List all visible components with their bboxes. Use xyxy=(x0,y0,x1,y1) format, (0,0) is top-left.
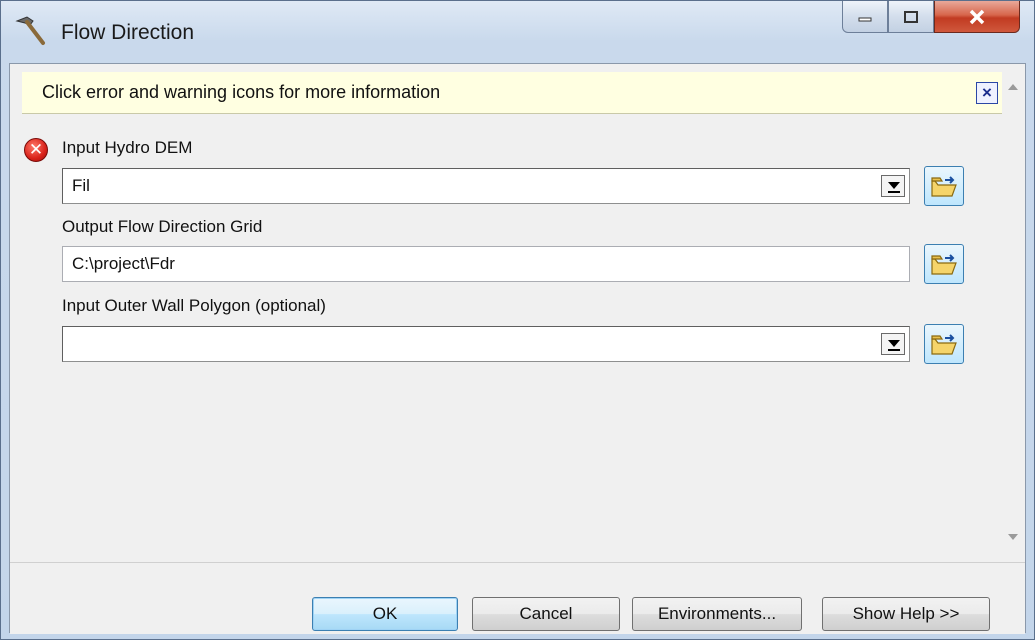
close-x-icon[interactable]: × xyxy=(976,82,998,104)
maximize-icon xyxy=(904,10,918,23)
dialog-window: Flow Direction Click error and warning i… xyxy=(0,0,1035,640)
cancel-button[interactable]: Cancel xyxy=(472,597,620,631)
environments-button[interactable]: Environments... xyxy=(632,597,802,631)
window-title: Flow Direction xyxy=(61,21,195,44)
close-button[interactable] xyxy=(934,1,1020,33)
error-icon[interactable]: ✕ xyxy=(24,138,48,162)
dialog-footer: OK Cancel Environments... Show Help >> xyxy=(10,562,1025,634)
title-bar[interactable]: Flow Direction xyxy=(1,1,1034,63)
show-help-button[interactable]: Show Help >> xyxy=(822,597,990,631)
dropdown-arrow-icon[interactable] xyxy=(881,175,905,197)
input-outer-wall-polygon-label: Input Outer Wall Polygon (optional) xyxy=(62,296,326,315)
browse-input-outer-wall-polygon-button[interactable] xyxy=(924,324,964,364)
open-folder-icon xyxy=(931,176,957,197)
open-folder-icon xyxy=(931,254,957,275)
message-text: Click error and warning icons for more i… xyxy=(42,82,441,102)
output-flow-direction-grid-input[interactable]: C:\project\Fdr xyxy=(62,246,910,282)
dropdown-arrow-icon[interactable] xyxy=(881,333,905,355)
dialog-client-area: Click error and warning icons for more i… xyxy=(9,63,1026,634)
input-hydro-dem-label: Input Hydro DEM xyxy=(62,138,193,157)
hammer-icon xyxy=(15,16,45,45)
browse-input-hydro-dem-button[interactable] xyxy=(924,166,964,206)
caption-buttons xyxy=(842,1,1020,33)
input-hydro-dem-combo[interactable]: Fil xyxy=(62,168,910,204)
scroll-up-arrow-icon[interactable] xyxy=(1008,84,1018,90)
output-flow-direction-grid-value: C:\project\Fdr xyxy=(72,254,175,273)
maximize-button[interactable] xyxy=(888,1,934,33)
vertical-scrollbar[interactable] xyxy=(1003,72,1023,552)
minimize-button[interactable] xyxy=(842,1,888,33)
input-outer-wall-polygon-combo[interactable] xyxy=(62,326,910,362)
message-bar: Click error and warning icons for more i… xyxy=(22,72,1002,114)
open-folder-icon xyxy=(931,334,957,355)
close-icon xyxy=(969,9,985,24)
scroll-down-arrow-icon[interactable] xyxy=(1008,534,1018,540)
ok-button[interactable]: OK xyxy=(312,597,458,631)
input-hydro-dem-value: Fil xyxy=(72,176,90,195)
browse-output-flow-direction-grid-button[interactable] xyxy=(924,244,964,284)
minimize-icon xyxy=(858,17,872,21)
output-flow-direction-grid-label: Output Flow Direction Grid xyxy=(62,217,263,236)
